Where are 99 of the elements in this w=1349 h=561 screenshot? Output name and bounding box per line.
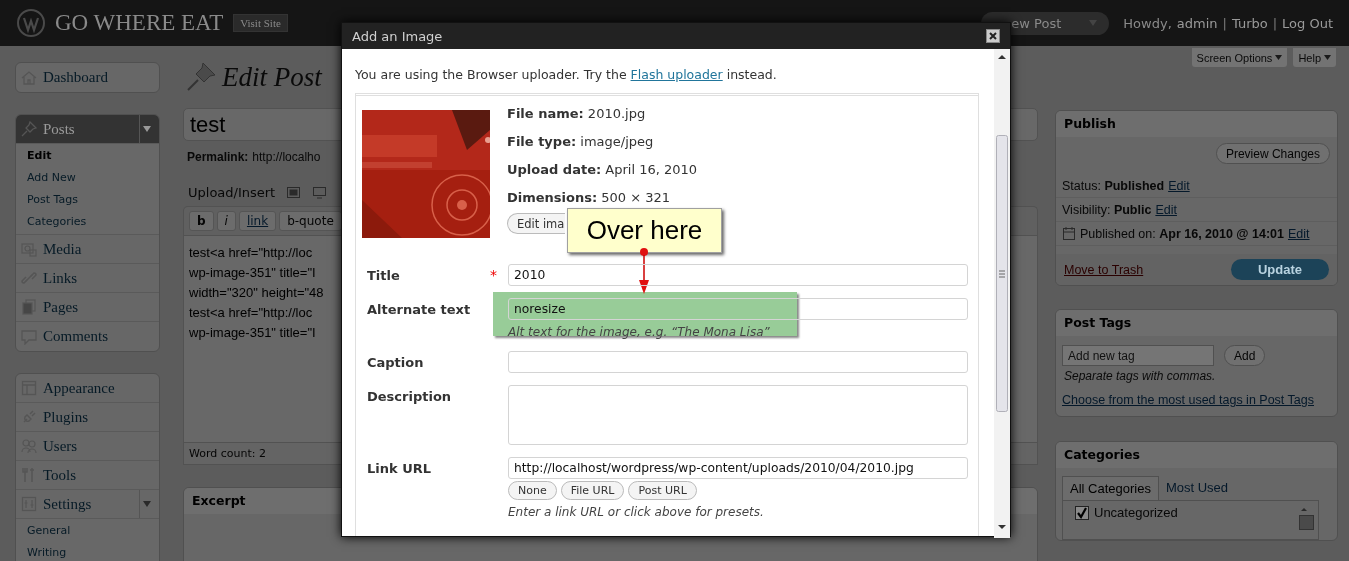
menu-item[interactable]: Links — [16, 264, 159, 293]
permalink-url: http://localho — [252, 150, 321, 164]
new-post-label: ew Post — [1011, 15, 1062, 31]
page-title: Edit Post — [222, 61, 322, 93]
check-icon — [1076, 506, 1088, 519]
edit-link[interactable]: Edit — [1155, 202, 1177, 217]
input-field[interactable] — [508, 351, 968, 373]
edit-link[interactable]: Edit — [1288, 226, 1310, 241]
tag-input[interactable]: Add new tag — [1062, 345, 1214, 366]
status-text: Visibility: Public — [1062, 202, 1152, 217]
preview-button[interactable]: Preview Changes — [1215, 143, 1330, 164]
code-line: wp-image-351" title="I — [189, 324, 316, 342]
panel-title: Post Tags — [1056, 310, 1337, 336]
edit-link[interactable]: Edit — [1168, 178, 1190, 193]
required-mark: * — [490, 266, 498, 283]
add-button[interactable]: Add — [1224, 345, 1266, 366]
status-text: Published on: Apr 16, 2010 @ 14:01 — [1080, 226, 1284, 241]
preset-button[interactable]: Post URL — [628, 481, 697, 500]
calendar-icon — [1062, 226, 1076, 241]
tab[interactable]: All Categories — [1062, 476, 1159, 500]
image-icon — [286, 185, 302, 200]
caret-icon — [1324, 55, 1331, 60]
menu-item[interactable]: Appearance — [16, 374, 159, 403]
upload-insert-label: Upload/Insert — [188, 185, 276, 200]
menu-item[interactable]: Media — [16, 235, 159, 264]
category-label: Uncategorized — [1094, 505, 1178, 520]
word-count: Word count: 2 — [189, 447, 266, 460]
checkbox[interactable] — [1075, 505, 1089, 520]
code-line: width="320" height="48 — [189, 284, 324, 302]
code-line: wp-image-351" title="I — [189, 264, 316, 282]
field-label: Caption — [366, 354, 425, 370]
permalink-label: Permalink: — [187, 150, 249, 164]
format-button[interactable]: b-quote — [279, 211, 342, 231]
user-link[interactable]: admin — [1176, 15, 1218, 31]
preset-button[interactable]: File URL — [560, 481, 625, 500]
uploader-notice: You are using the Browser uploader. Try the Flash uploader instead. — [355, 67, 778, 82]
menu-item[interactable]: Dashboard — [16, 63, 159, 92]
code-line: test<a href="http://loc — [189, 244, 313, 262]
field-label: Link URL — [366, 460, 433, 476]
video-icon — [312, 185, 328, 200]
move-to-trash-link[interactable]: Move to Trash — [1064, 262, 1144, 277]
separator: | — [1222, 15, 1227, 31]
callout-tooltip: Over here — [567, 208, 722, 253]
flash-uploader-link[interactable]: Flash uploader — [630, 67, 723, 82]
panel-title: Categories — [1056, 442, 1337, 468]
pushpin-icon — [21, 121, 37, 137]
menu-item[interactable]: Pages — [16, 293, 159, 322]
field-label: Alternate text — [366, 301, 472, 317]
wordpress-logo-icon — [17, 9, 45, 37]
tab[interactable]: Most Used — [1158, 476, 1236, 500]
greeting-text: Howdy, — [1123, 15, 1172, 31]
submenu-item[interactable]: Post Tags — [16, 189, 159, 211]
visit-site-button[interactable]: Visit Site — [233, 14, 288, 32]
hint-text: Alt text for the image, e.g. “The Mona Lisa” — [508, 325, 771, 339]
tab-button[interactable]: Screen Options — [1191, 48, 1288, 67]
submenu-item[interactable]: Add New — [16, 167, 159, 189]
caret-icon — [1089, 20, 1098, 26]
format-button[interactable]: b — [189, 211, 214, 231]
submenu-item[interactable]: Categories — [16, 211, 159, 233]
pointer-arrow — [639, 248, 649, 294]
code-line: test<a href="http://loc — [189, 304, 313, 322]
menu-item[interactable]: Plugins — [16, 403, 159, 432]
field-label: Title — [366, 267, 401, 283]
input-field[interactable]: noresize — [508, 298, 968, 320]
most-used-tags-link[interactable]: Choose from the most used tags in Post Tags — [1062, 393, 1331, 408]
hint-text: Separate tags with commas. — [1063, 369, 1217, 383]
menu-item[interactable]: Comments — [16, 322, 159, 351]
header-link[interactable]: Turbo — [1231, 15, 1268, 31]
edit-image-button[interactable]: Edit ima — [507, 213, 565, 234]
submenu-item[interactable]: Edit — [16, 145, 159, 167]
pushpin-icon — [185, 61, 217, 93]
submenu-item[interactable]: General — [16, 520, 159, 542]
status-text: Status: Published — [1062, 178, 1165, 193]
close-button[interactable] — [986, 29, 1000, 43]
pages-icon — [21, 299, 37, 315]
field-label: Description — [366, 388, 453, 404]
input-field[interactable]: http://localhost/wordpress/wp-content/uploads/2010/04/2010.jpg — [508, 457, 968, 479]
dialog-title: Add an Image — [352, 28, 443, 44]
scrollbar — [1299, 505, 1314, 530]
file-detail: File name: 2010.jpg — [507, 105, 647, 123]
menu-item[interactable]: Users — [16, 432, 159, 461]
panel-title: Publish — [1056, 111, 1337, 137]
submenu-item[interactable]: Writing — [16, 542, 159, 561]
input-field[interactable]: 2010 — [508, 264, 968, 286]
caret-icon — [1275, 55, 1283, 60]
separator: | — [1272, 15, 1278, 31]
file-detail: File type: image/jpeg — [507, 133, 655, 151]
format-button[interactable]: i — [216, 211, 236, 231]
header-link[interactable]: Log Out — [1282, 15, 1333, 31]
update-button[interactable]: Update — [1231, 259, 1329, 280]
format-button[interactable]: link — [238, 211, 277, 231]
close-icon — [987, 30, 999, 42]
preset-button[interactable]: None — [508, 481, 557, 500]
menu-item[interactable]: Tools — [16, 461, 159, 490]
file-detail: Upload date: April 16, 2010 — [507, 161, 698, 179]
site-title[interactable]: GO WHERE EAT — [55, 10, 224, 36]
menu-item[interactable]: Posts — [16, 115, 159, 144]
file-detail: Dimensions: 500 × 321 — [507, 189, 672, 207]
tab-button[interactable]: Help — [1293, 48, 1336, 67]
